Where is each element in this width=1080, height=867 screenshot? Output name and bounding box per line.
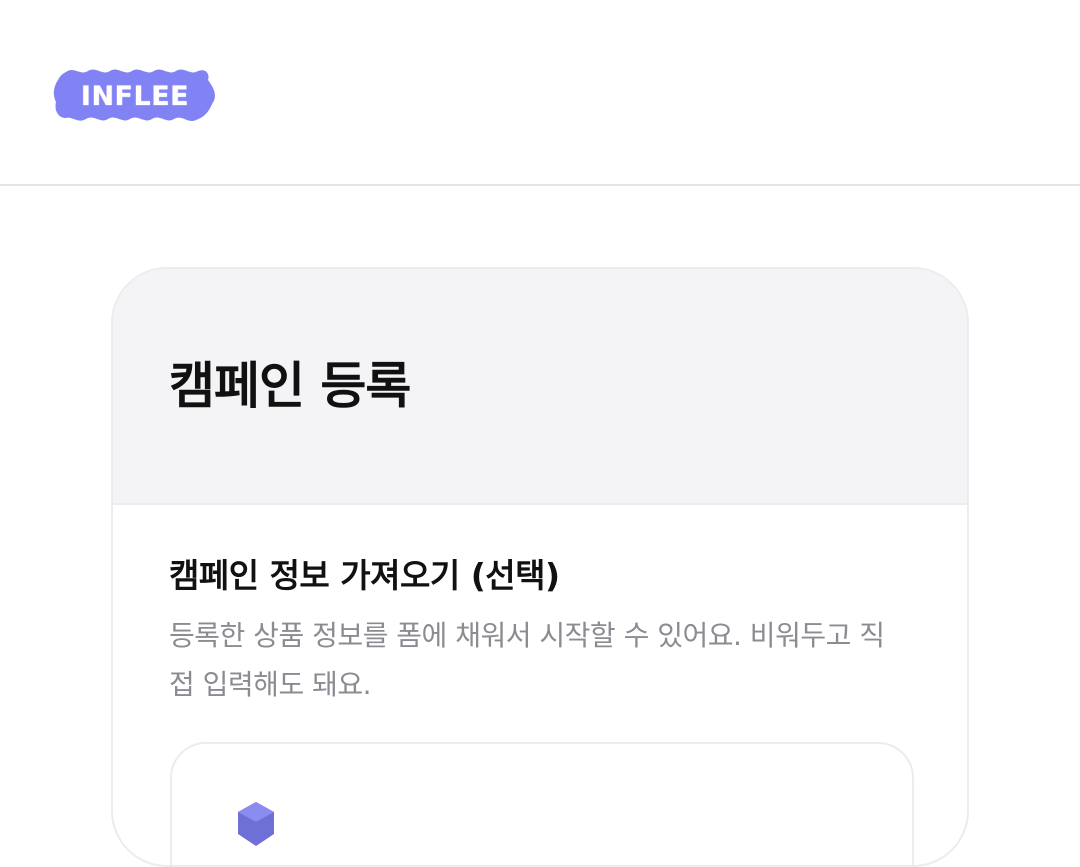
section-title: 캠페인 정보 가져오기 (선택) xyxy=(169,556,560,595)
section-description: 등록한 상품 정보를 폼에 채워서 시작할 수 있어요. 비워두고 직접 입력해… xyxy=(169,619,885,701)
page-title: 캠페인 등록 xyxy=(169,357,411,415)
campaign-register-card: 캠페인 등록 캠페인 정보 가져오기 (선택) 등록한 상품 정보를 폼에 채워… xyxy=(111,267,969,867)
campaign-import-box[interactable] xyxy=(170,742,914,865)
top-header: INFLEE xyxy=(0,0,1080,186)
card-header: 캠페인 등록 xyxy=(113,269,967,505)
logo-text: INFLEE xyxy=(80,80,190,112)
tag-icon xyxy=(232,800,280,848)
inflee-logo[interactable]: INFLEE xyxy=(52,66,218,124)
